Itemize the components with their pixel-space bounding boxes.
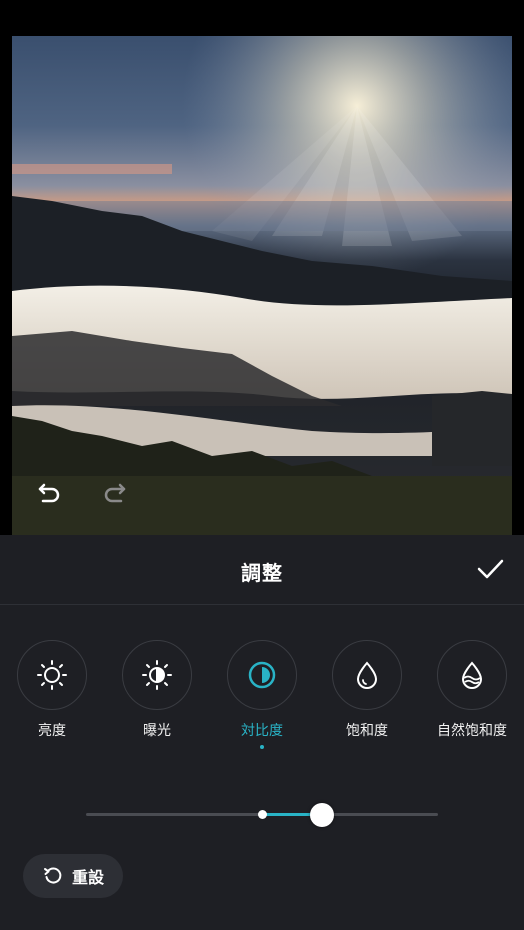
undo-button[interactable]: [30, 472, 70, 512]
tool-saturation[interactable]: 饱和度: [315, 640, 419, 740]
reset-icon: [43, 867, 62, 884]
photo-preview-area: [0, 0, 524, 535]
photo-preview: [12, 36, 512, 535]
undo-icon: [38, 483, 60, 503]
tool-vibrance[interactable]: 自然饱和度: [420, 640, 524, 740]
tool-exposure[interactable]: 曝光: [105, 640, 209, 740]
brightness-icon: [37, 660, 67, 690]
tool-brightness[interactable]: 亮度: [0, 640, 104, 740]
vibrance-icon: [461, 661, 483, 689]
slider-center-marker: [257, 810, 267, 819]
redo-icon: [104, 483, 126, 503]
panel-title: 調整: [241, 561, 283, 585]
slider-thumb[interactable]: [309, 803, 334, 827]
redo-button[interactable]: [94, 472, 134, 512]
tool-contrast[interactable]: 対比度: [210, 640, 314, 749]
tool-label: 亮度: [38, 723, 66, 739]
adjust-panel: 調整 亮度 曝光 対比度 饱和度 自然饱和度 重設: [0, 535, 524, 930]
landscape-image: [12, 36, 512, 535]
adjust-tool-list: 亮度 曝光 対比度 饱和度 自然饱和度: [0, 640, 524, 760]
tool-label: 対比度: [241, 723, 283, 739]
tool-label: 曝光: [143, 723, 171, 739]
confirm-button[interactable]: [472, 551, 508, 587]
saturation-icon: [356, 661, 378, 689]
tool-label: 饱和度: [346, 723, 388, 739]
adjust-slider[interactable]: [86, 803, 438, 827]
reset-label: 重設: [71, 868, 104, 887]
reset-button[interactable]: 重設: [23, 854, 123, 898]
checkmark-icon: [477, 559, 504, 579]
panel-header: 調整: [0, 535, 524, 605]
exposure-icon: [142, 660, 172, 690]
contrast-icon: [248, 661, 276, 689]
tool-label: 自然饱和度: [437, 723, 507, 739]
active-indicator-dot: [260, 745, 264, 749]
